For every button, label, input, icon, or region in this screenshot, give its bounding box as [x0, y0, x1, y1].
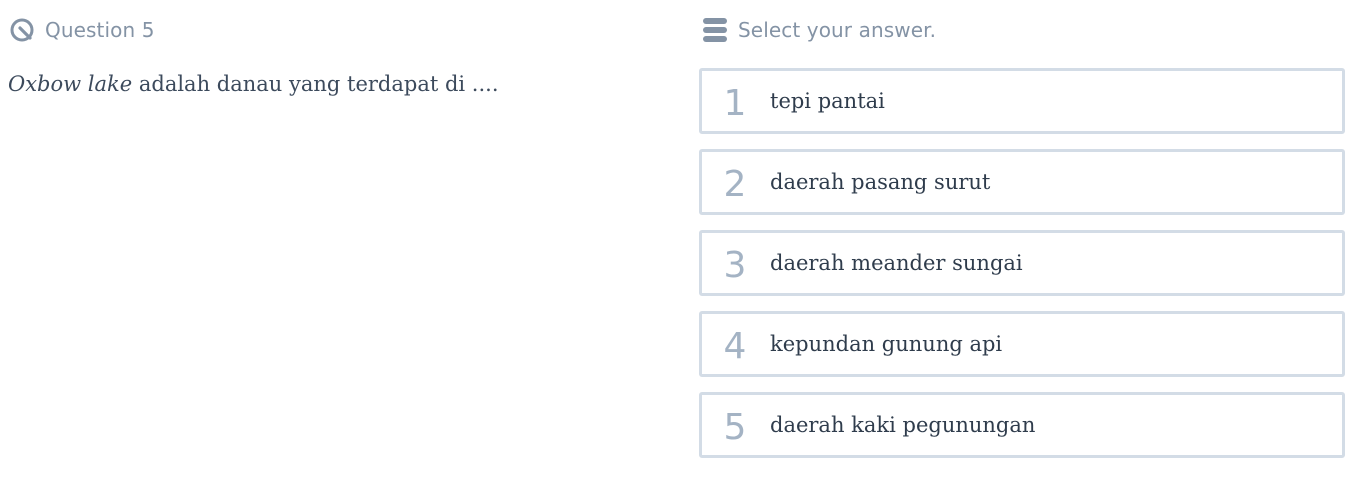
answer-option-2[interactable]: 2 daerah pasang surut: [699, 149, 1345, 215]
option-label: daerah kaki pegunungan: [770, 413, 1036, 437]
answer-options: 1 tepi pantai 2 daerah pasang surut 3 da…: [699, 68, 1345, 473]
question-panel: Question 5 Oxbow lake adalah danau yang …: [0, 0, 690, 489]
answer-header: Select your answer.: [702, 14, 936, 46]
answer-option-5[interactable]: 5 daerah kaki pegunungan: [699, 392, 1345, 458]
option-number: 3: [723, 244, 747, 286]
option-number: 1: [723, 82, 747, 124]
answer-option-1[interactable]: 1 tepi pantai: [699, 68, 1345, 134]
option-label: tepi pantai: [770, 89, 885, 113]
answer-instruction: Select your answer.: [738, 18, 937, 42]
question-gauge-icon: [9, 17, 35, 43]
question-header: Question 5: [9, 14, 155, 46]
question-text-italic: Oxbow lake: [8, 72, 133, 96]
answer-panel: Select your answer. 1 tepi pantai 2 daer…: [690, 0, 1366, 489]
option-number: 2: [723, 163, 747, 205]
option-number: 5: [723, 406, 747, 448]
option-number: 4: [723, 325, 747, 367]
option-label: kepundan gunung api: [770, 332, 1003, 356]
answer-option-4[interactable]: 4 kepundan gunung api: [699, 311, 1345, 377]
question-text: Oxbow lake adalah danau yang terdapat di…: [8, 72, 499, 96]
question-number-label: Question 5: [45, 18, 155, 42]
option-label: daerah meander sungai: [770, 251, 1023, 275]
question-text-rest: adalah danau yang terdapat di ....: [132, 72, 499, 96]
option-label: daerah pasang surut: [770, 170, 991, 194]
answer-option-3[interactable]: 3 daerah meander sungai: [699, 230, 1345, 296]
list-icon: [702, 17, 728, 43]
